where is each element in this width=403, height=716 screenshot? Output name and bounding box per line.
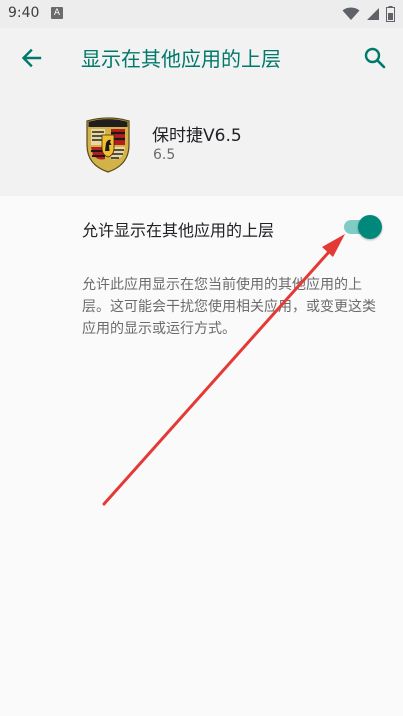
signal-icon (367, 8, 379, 20)
permission-toggle[interactable] (342, 215, 382, 239)
search-button[interactable] (361, 44, 389, 72)
app-header: 保时捷V6.5 6.5 (0, 88, 403, 196)
search-icon (364, 47, 386, 69)
permission-toggle-row[interactable]: 允许显示在其他应用的上层 (0, 196, 403, 258)
porsche-crest-icon (86, 117, 130, 173)
status-icons (342, 5, 395, 23)
toggle-thumb (358, 215, 382, 239)
battery-icon (386, 6, 395, 22)
status-bar: 9:40 A (0, 0, 403, 28)
arrow-back-icon (21, 48, 42, 68)
page-title: 显示在其他应用的上层 (81, 47, 281, 71)
app-name: 保时捷V6.5 (152, 126, 242, 146)
permission-description: 允许此应用显示在您当前使用的其他应用的上层。这可能会干扰您使用相关应用，或变更这… (82, 277, 376, 337)
app-version: 6.5 (153, 147, 176, 163)
app-bar: 显示在其他应用的上层 (0, 28, 403, 88)
permission-label: 允许显示在其他应用的上层 (82, 221, 275, 240)
notification-a-icon: A (51, 7, 63, 19)
status-time: 9:40 (8, 5, 40, 21)
wifi-icon (342, 7, 360, 20)
back-button[interactable] (18, 44, 46, 72)
